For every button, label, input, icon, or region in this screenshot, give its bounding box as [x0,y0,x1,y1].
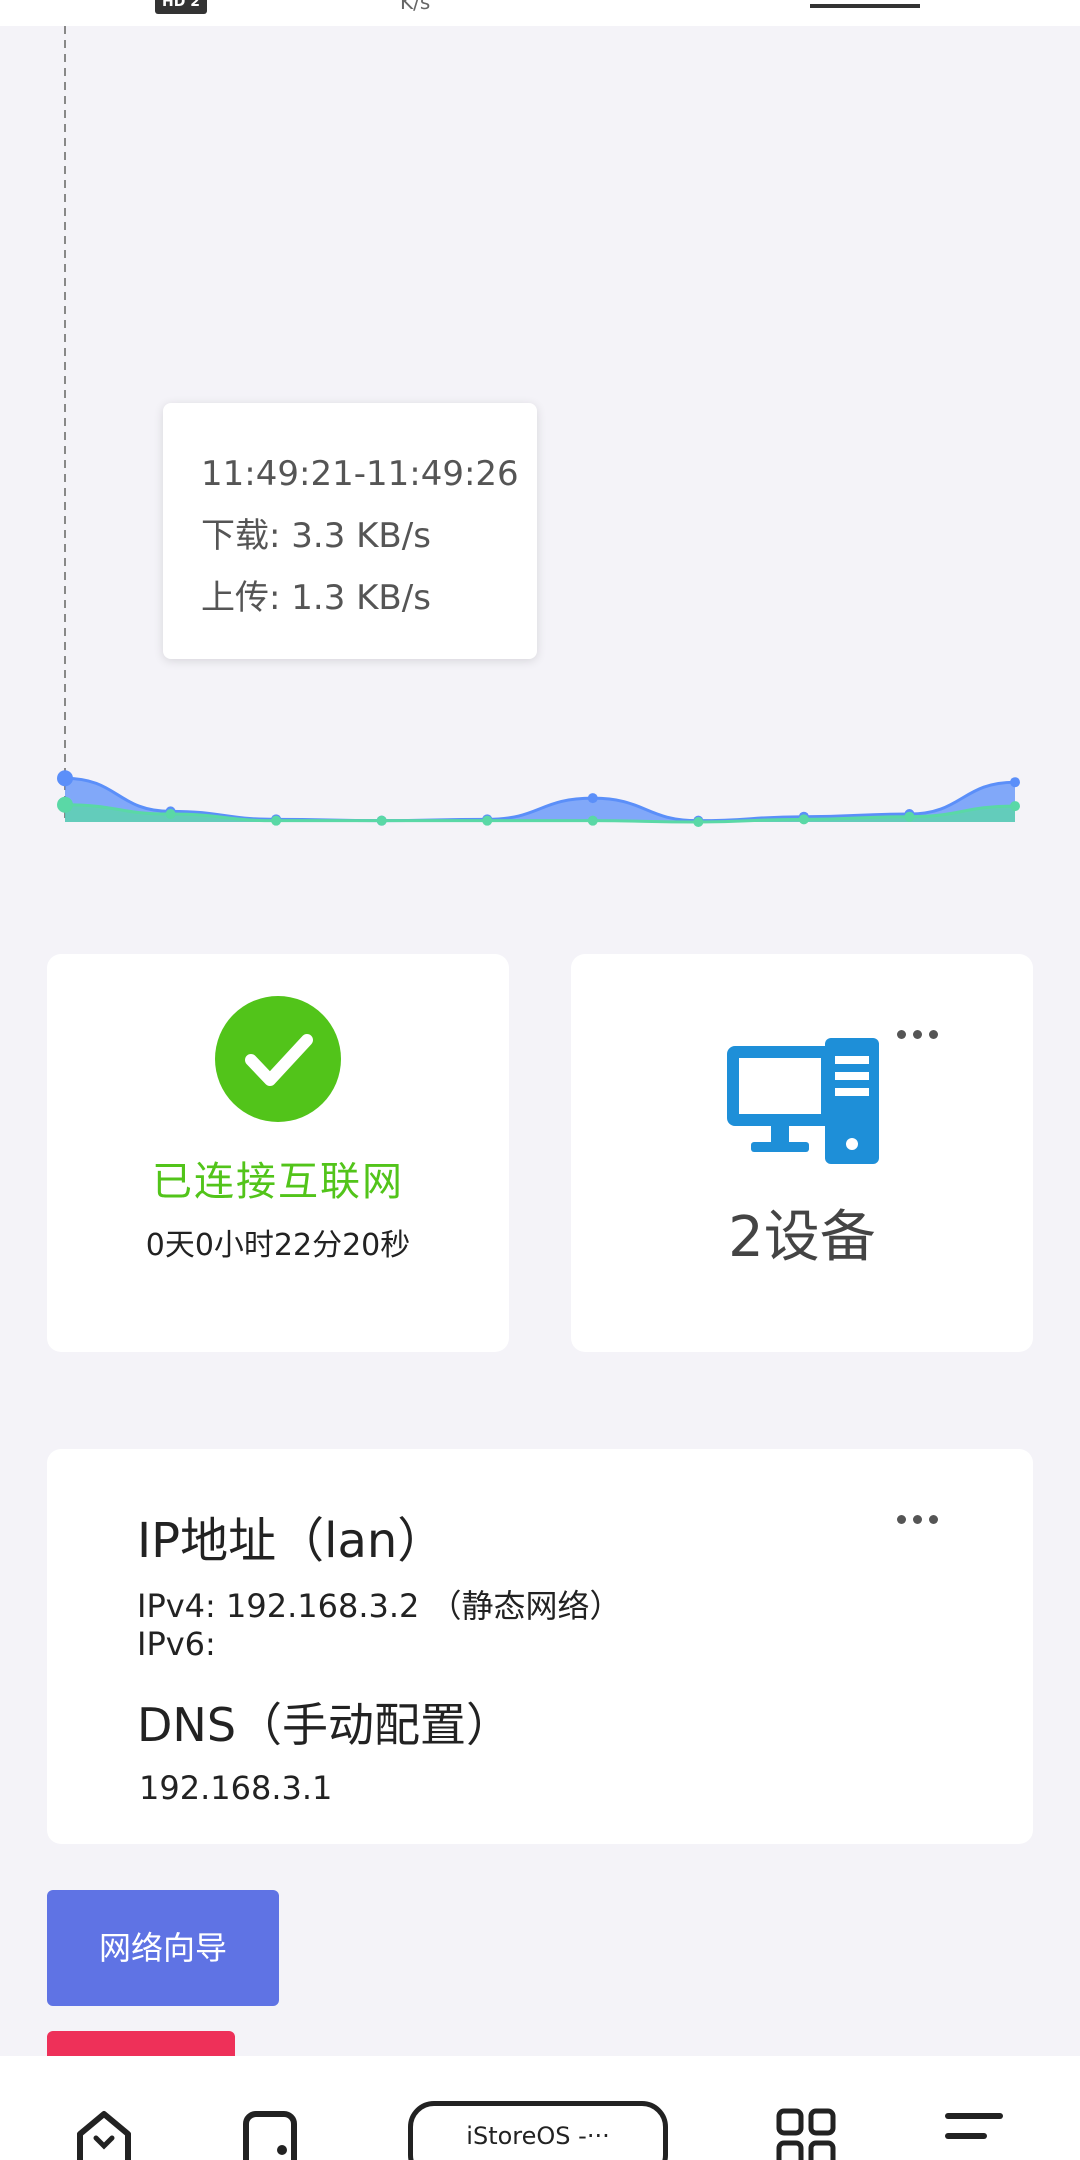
computer-icon [727,1038,879,1164]
battery-icon [810,0,920,8]
status-bar: HD 2 K/s [0,0,1080,26]
traffic-chart[interactable]: 11:49:21-11:49:26 下载: 3.3 KB/s 上传: 1.3 K… [0,26,1080,856]
data-point[interactable] [587,793,598,804]
data-point[interactable] [587,815,598,826]
data-point[interactable] [798,814,809,825]
device-count: 2设备 [728,1205,876,1270]
uptime-value: 0天0小时22分20秒 [145,1228,411,1263]
menu-icon[interactable] [944,2108,1004,2160]
data-point[interactable] [165,809,176,820]
ipv4-address: IPv4: 192.168.3.2 （静态网络） [137,1587,622,1625]
home-icon[interactable] [74,2108,134,2160]
internet-status-card[interactable]: 已连接互联网 0天0小时22分20秒 [47,954,509,1352]
network-badge: HD 2 [155,0,207,14]
tooltip-download: 下载: 3.3 KB/s [201,516,431,556]
bottom-nav: iStoreOS -··· [0,2056,1080,2160]
data-point[interactable] [57,796,73,813]
data-point[interactable] [1010,801,1020,812]
chart-tooltip: 11:49:21-11:49:26 下载: 3.3 KB/s 上传: 1.3 K… [163,403,537,659]
data-point[interactable] [693,817,704,827]
more-options-icon[interactable] [893,1511,945,1527]
data-point[interactable] [1010,777,1020,788]
data-point[interactable] [271,815,282,826]
store-icon[interactable] [240,2108,300,2160]
ipv6-address: IPv6: [137,1625,216,1663]
data-point[interactable] [482,815,493,826]
internet-status-label: 已连接互联网 [152,1159,404,1205]
tab-istoreos[interactable]: iStoreOS -··· [408,2101,668,2160]
data-point[interactable] [904,811,915,822]
ip-address-title: IP地址（lan） [137,1513,446,1569]
ip-address-card[interactable]: IP地址（lan） IPv4: 192.168.3.2 （静态网络） IPv6:… [47,1449,1033,1844]
check-circle-icon [215,996,341,1122]
apps-grid-icon[interactable] [776,2108,836,2160]
dns-value: 192.168.3.1 [139,1769,333,1807]
devices-card[interactable]: 2设备 [571,954,1033,1352]
data-point[interactable] [57,770,73,787]
more-options-icon[interactable] [893,1026,945,1042]
network-speed-unit: K/s [400,0,431,14]
traffic-chart-svg [57,26,1020,827]
data-point[interactable] [376,815,387,826]
tooltip-time-range: 11:49:21-11:49:26 [201,454,519,494]
dns-title: DNS（手动配置） [137,1698,513,1752]
tooltip-upload: 上传: 1.3 KB/s [201,578,431,618]
network-wizard-button[interactable]: 网络向导 [47,1890,279,2006]
